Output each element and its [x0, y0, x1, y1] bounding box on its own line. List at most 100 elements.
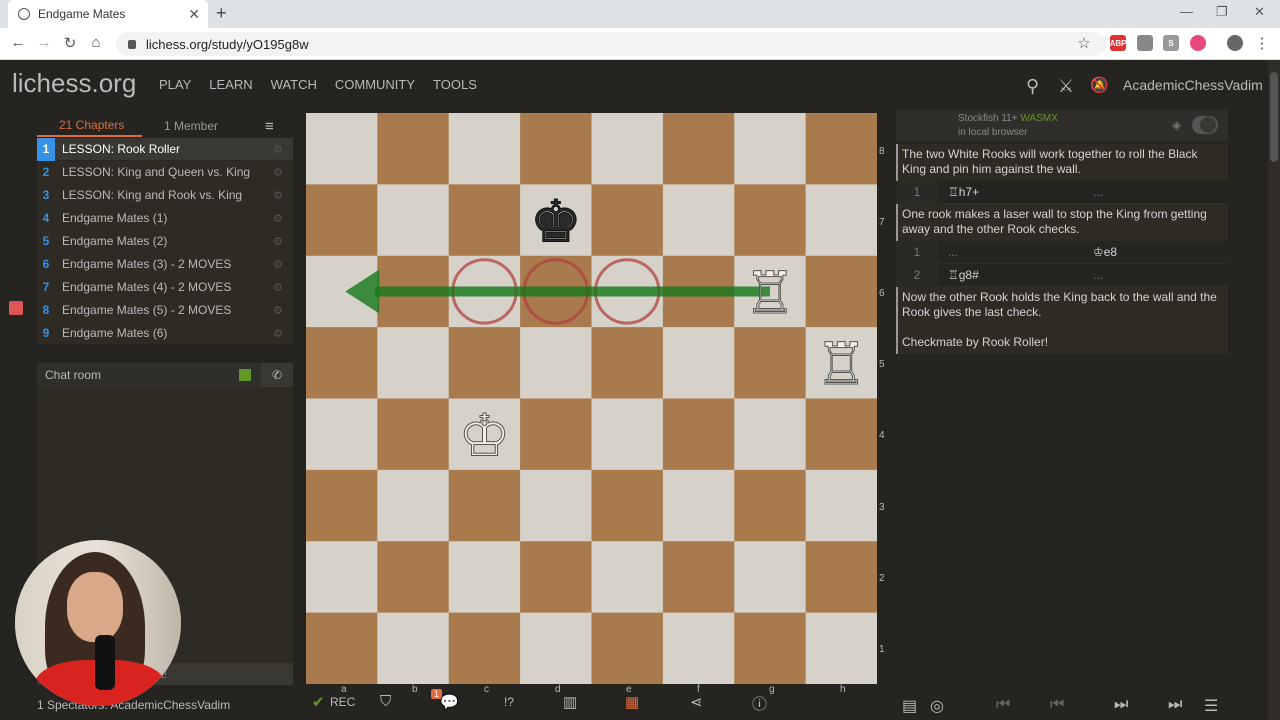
board-square[interactable] [591, 327, 664, 399]
board-svg[interactable]: ♚ ♖ ♖ ♔ [306, 113, 877, 684]
info-icon[interactable]: ⓘ [752, 693, 767, 714]
chapter-item[interactable]: 2 LESSON: King and Queen vs. King ⚙ [37, 161, 293, 184]
url-input[interactable]: lichess.org/study/yO195g8w [116, 32, 1106, 56]
board-square[interactable] [520, 113, 592, 185]
chess-board[interactable]: ♚ ♖ ♖ ♔ [306, 113, 877, 684]
board-square[interactable] [377, 469, 450, 542]
board-square[interactable] [306, 113, 378, 185]
extension-s-icon[interactable]: S [1163, 35, 1179, 51]
board-square[interactable] [520, 398, 592, 471]
white-piece[interactable]: ♖ [815, 330, 868, 399]
phone-icon[interactable]: ✆ [261, 363, 293, 387]
engine-toggle[interactable] [1192, 116, 1218, 134]
board-square[interactable] [377, 113, 450, 185]
board-square[interactable] [734, 469, 807, 542]
board-square[interactable] [662, 469, 735, 542]
board-square[interactable] [591, 541, 664, 614]
board-square[interactable] [448, 184, 521, 257]
board-square[interactable] [662, 113, 735, 185]
grid-icon[interactable]: ▦ [625, 693, 639, 711]
white-piece[interactable]: ♖ [743, 258, 796, 327]
gear-icon[interactable]: ⚙ [273, 143, 293, 156]
search-icon[interactable]: ⚲ [1026, 76, 1039, 97]
book-icon[interactable]: ▤ [902, 696, 917, 716]
board-square[interactable] [591, 612, 664, 684]
tab-close-icon[interactable]: ✕ [188, 6, 200, 23]
board-square[interactable] [734, 113, 807, 185]
board-square[interactable] [805, 469, 877, 542]
board-square[interactable] [734, 541, 807, 614]
extension-circle-icon[interactable] [1190, 35, 1206, 51]
gear-icon[interactable]: ⚙ [273, 281, 293, 294]
gear-icon[interactable]: ⚙ [273, 258, 293, 271]
board-square[interactable] [805, 184, 877, 257]
adblock-icon[interactable]: ABP [1110, 35, 1126, 51]
white-piece[interactable]: ♔ [458, 401, 511, 470]
board-square[interactable] [448, 541, 521, 614]
board-square[interactable] [734, 612, 807, 684]
browser-menu-icon[interactable]: ⋮ [1252, 34, 1272, 52]
nav-community[interactable]: COMMUNITY [335, 77, 415, 92]
tag-icon[interactable]: ⛉ [380, 693, 391, 710]
board-square[interactable] [591, 398, 664, 471]
rec-button[interactable]: REC [330, 695, 355, 709]
target-icon[interactable]: ◈ [1172, 118, 1181, 132]
board-square[interactable] [377, 612, 450, 684]
board-square[interactable] [377, 398, 450, 471]
chapter-item[interactable]: 3 LESSON: King and Rook vs. King ⚙ [37, 184, 293, 207]
chat-toggle[interactable] [239, 369, 251, 381]
tab-chapters[interactable]: 21 Chapters [37, 115, 142, 137]
gear-icon[interactable]: ⚙ [273, 235, 293, 248]
board-square[interactable] [662, 541, 735, 614]
board-square[interactable] [377, 327, 450, 399]
next-move-icon[interactable]: ⏭ [1114, 696, 1128, 714]
board-square[interactable] [805, 398, 877, 471]
gear-icon[interactable]: ⚙ [273, 166, 293, 179]
username-link[interactable]: AcademicChessVadim [1123, 77, 1263, 93]
board-square[interactable] [306, 541, 378, 614]
profile-avatar[interactable] [1227, 35, 1243, 51]
nav-watch[interactable]: WATCH [271, 77, 317, 92]
nav-learn[interactable]: LEARN [209, 77, 252, 92]
scrollbar-thumb[interactable] [1270, 72, 1278, 162]
black-move[interactable]: ♔e8 [1083, 245, 1228, 259]
check-icon[interactable]: ✔ [312, 693, 325, 711]
hamburger-menu-icon[interactable]: ≡ [265, 118, 274, 135]
practice-target-icon[interactable]: ◎ [930, 696, 944, 716]
chapter-item[interactable]: 4 Endgame Mates (1) ⚙ [37, 207, 293, 230]
board-square[interactable] [448, 113, 521, 185]
board-square[interactable] [734, 327, 807, 399]
chart-icon[interactable]: ▥ [563, 693, 577, 711]
comment-icon[interactable]: 💬 [440, 693, 459, 711]
gear-icon[interactable]: ⚙ [273, 189, 293, 202]
reload-icon[interactable]: ↻ [60, 34, 80, 52]
white-move[interactable]: ♖h7+ [938, 185, 1083, 199]
nav-play[interactable]: PLAY [159, 77, 191, 92]
maximize-icon[interactable]: ❐ [1216, 4, 1228, 20]
board-square[interactable] [306, 469, 378, 542]
tab-members[interactable]: 1 Member [142, 119, 257, 133]
forward-icon[interactable]: → [34, 34, 54, 51]
home-icon[interactable]: ⌂ [86, 34, 106, 51]
prev-move-icon[interactable]: ⏮ [1050, 696, 1064, 714]
board-square[interactable] [591, 113, 664, 185]
site-logo[interactable]: lichess.org [12, 68, 136, 99]
last-move-icon[interactable]: ⏭ [1168, 696, 1182, 714]
board-square[interactable] [734, 184, 807, 257]
glyph-icon[interactable]: !? [504, 695, 514, 709]
gear-icon[interactable]: ⚙ [273, 327, 293, 340]
board-square[interactable] [306, 327, 378, 399]
board-square[interactable] [734, 398, 807, 471]
board-square[interactable] [520, 469, 592, 542]
new-tab-icon[interactable]: + [216, 3, 227, 24]
board-square[interactable] [520, 612, 592, 684]
gear-icon[interactable]: ⚙ [273, 212, 293, 225]
board-square[interactable] [805, 541, 877, 614]
board-square[interactable] [662, 327, 735, 399]
chapter-item[interactable]: 6 Endgame Mates (3) - 2 MOVES ⚙ [37, 253, 293, 276]
browser-tab[interactable]: Endgame Mates ✕ [8, 0, 208, 28]
bookmark-star-icon[interactable]: ☆ [1074, 34, 1094, 52]
chapter-item[interactable]: 9 Endgame Mates (6) ⚙ [37, 322, 293, 345]
board-square[interactable] [805, 612, 877, 684]
board-square[interactable] [306, 184, 378, 257]
